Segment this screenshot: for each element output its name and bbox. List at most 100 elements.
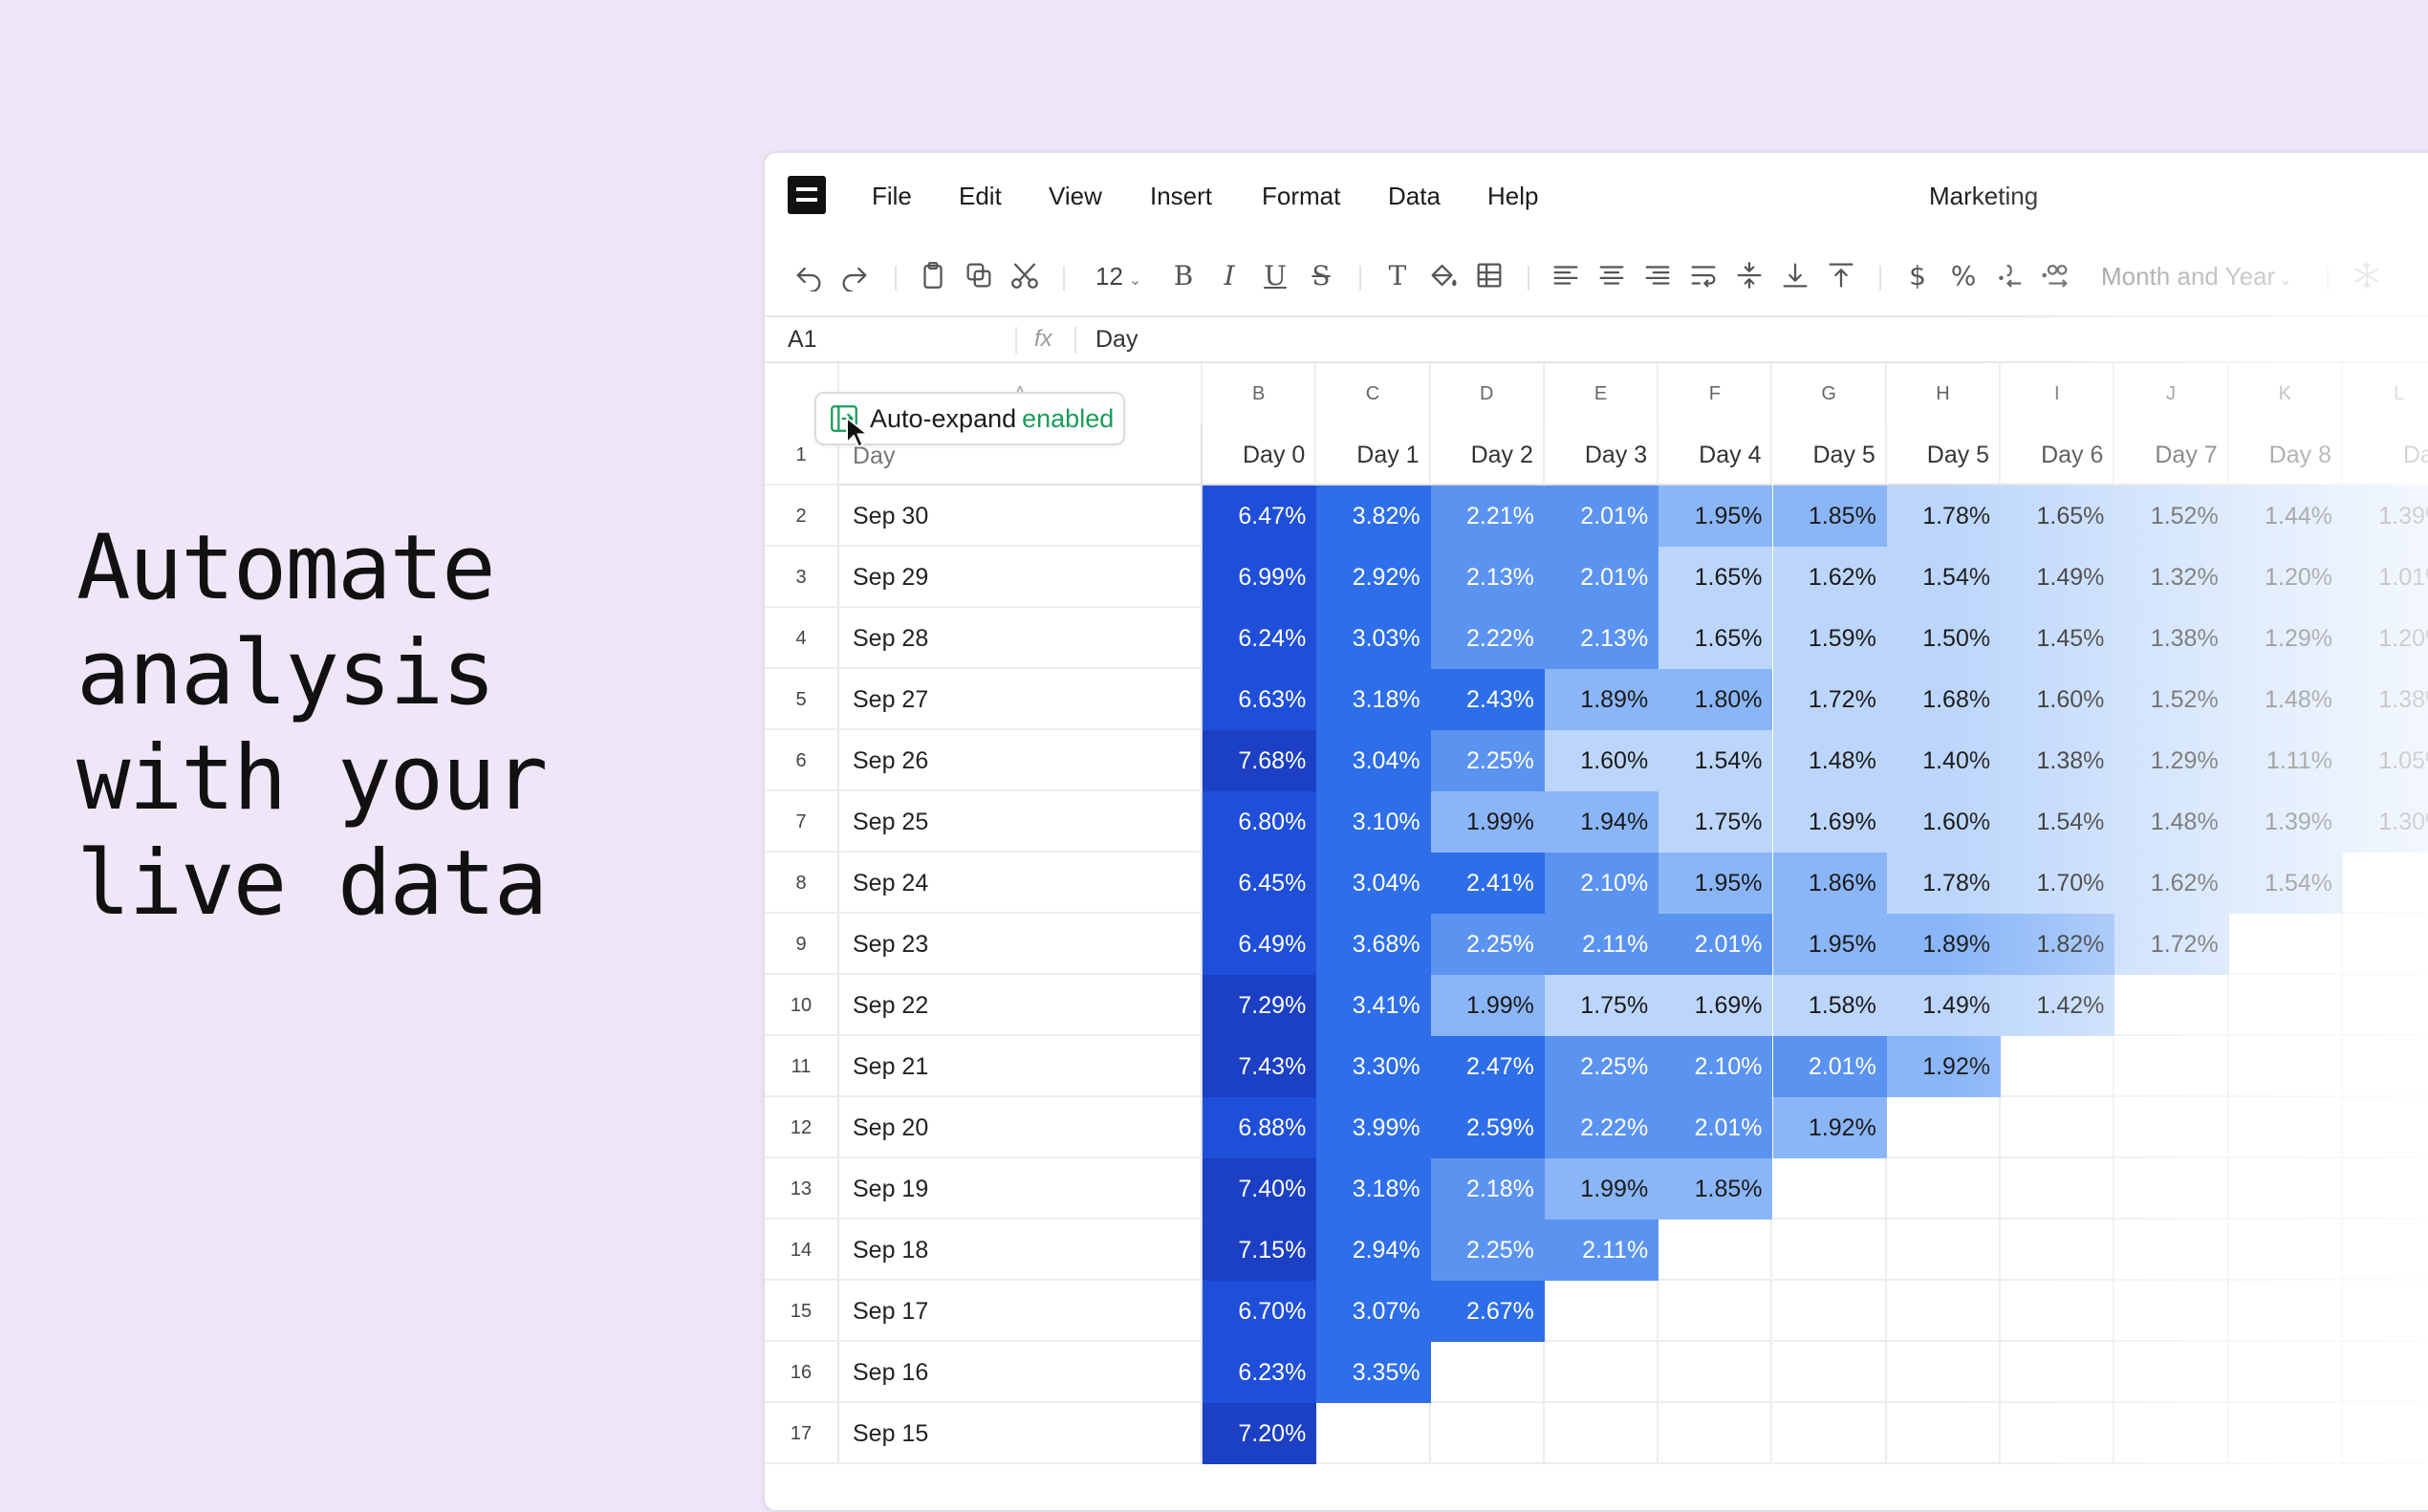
retention-cell[interactable]: 1.45% bbox=[2001, 608, 2115, 669]
retention-cell[interactable]: 6.88% bbox=[1203, 1097, 1317, 1158]
formula-input[interactable]: Day bbox=[1095, 317, 1138, 361]
day-cell[interactable]: Sep 25 bbox=[839, 791, 1203, 853]
retention-cell[interactable] bbox=[2114, 975, 2229, 1036]
retention-cell[interactable]: 2.59% bbox=[1430, 1097, 1545, 1158]
menu-edit[interactable]: Edit bbox=[959, 153, 1002, 239]
retention-cell[interactable] bbox=[2343, 1220, 2428, 1281]
retention-cell[interactable]: 1.86% bbox=[1772, 853, 1887, 914]
retention-cell[interactable]: 6.24% bbox=[1203, 608, 1317, 669]
menu-data[interactable]: Data bbox=[1388, 153, 1441, 239]
retention-cell[interactable]: 2.22% bbox=[1430, 608, 1545, 669]
retention-cell[interactable]: 1.65% bbox=[1658, 608, 1773, 669]
retention-cell[interactable]: 1.39% bbox=[2228, 791, 2343, 853]
row-number[interactable]: 10 bbox=[765, 975, 839, 1036]
retention-cell[interactable] bbox=[1772, 1220, 1887, 1281]
retention-cell[interactable]: 1.72% bbox=[2114, 914, 2229, 975]
retention-cell[interactable] bbox=[2228, 1220, 2343, 1281]
retention-cell[interactable] bbox=[2228, 1342, 2343, 1403]
header-cell[interactable]: Day 2 bbox=[1430, 424, 1545, 486]
retention-cell[interactable]: 3.30% bbox=[1316, 1036, 1431, 1097]
retention-cell[interactable]: 1.69% bbox=[1772, 791, 1887, 853]
retention-cell[interactable] bbox=[1886, 1158, 2002, 1220]
fill-color-icon[interactable] bbox=[1424, 256, 1463, 294]
retention-cell[interactable]: 1.70% bbox=[2001, 853, 2115, 914]
row-number[interactable]: 17 bbox=[765, 1403, 839, 1464]
retention-cell[interactable]: 3.04% bbox=[1316, 853, 1431, 914]
header-cell[interactable]: Day 0 bbox=[1203, 424, 1317, 486]
retention-cell[interactable]: 1.69% bbox=[1658, 975, 1773, 1036]
retention-cell[interactable]: 6.80% bbox=[1203, 791, 1317, 853]
retention-cell[interactable]: 2.43% bbox=[1430, 669, 1545, 730]
retention-cell[interactable]: 3.68% bbox=[1316, 914, 1431, 975]
column-header-j[interactable]: J bbox=[2114, 363, 2229, 424]
retention-cell[interactable]: 6.45% bbox=[1203, 853, 1317, 914]
retention-cell[interactable]: 1.94% bbox=[1544, 791, 1659, 853]
freeze-icon[interactable] bbox=[2348, 256, 2386, 294]
retention-cell[interactable]: 2.01% bbox=[1772, 1036, 1887, 1097]
retention-cell[interactable] bbox=[2343, 853, 2428, 914]
retention-cell[interactable]: 7.68% bbox=[1203, 730, 1317, 791]
header-cell[interactable]: Day 8 bbox=[2228, 424, 2343, 486]
vertical-bottom-icon[interactable] bbox=[1776, 256, 1814, 294]
retention-cell[interactable]: 2.22% bbox=[1544, 1097, 1659, 1158]
retention-cell[interactable]: 2.13% bbox=[1544, 608, 1659, 669]
currency-icon[interactable]: $ bbox=[1898, 256, 1937, 294]
retention-cell[interactable] bbox=[2228, 1403, 2343, 1464]
retention-cell[interactable]: 1.60% bbox=[1544, 730, 1659, 791]
retention-cell[interactable]: 1.92% bbox=[1886, 1036, 2002, 1097]
retention-cell[interactable]: 1.29% bbox=[2114, 730, 2229, 791]
day-cell[interactable]: Sep 17 bbox=[839, 1281, 1203, 1342]
retention-cell[interactable]: 3.03% bbox=[1316, 608, 1431, 669]
column-header-l[interactable]: L bbox=[2343, 363, 2428, 424]
day-cell[interactable]: Sep 24 bbox=[839, 853, 1203, 914]
retention-cell[interactable] bbox=[1658, 1281, 1773, 1342]
column-header-h[interactable]: H bbox=[1886, 363, 2002, 424]
retention-cell[interactable]: 2.01% bbox=[1544, 486, 1659, 547]
menu-view[interactable]: View bbox=[1049, 153, 1102, 239]
retention-cell[interactable]: 3.18% bbox=[1316, 669, 1431, 730]
retention-cell[interactable]: 2.25% bbox=[1430, 1220, 1545, 1281]
retention-cell[interactable]: 1.48% bbox=[2228, 669, 2343, 730]
retention-cell[interactable]: 1.49% bbox=[1886, 975, 2002, 1036]
header-cell[interactable]: Day bbox=[2343, 424, 2428, 486]
retention-cell[interactable]: 1.48% bbox=[1772, 730, 1887, 791]
retention-cell[interactable]: 2.10% bbox=[1544, 853, 1659, 914]
percent-icon[interactable]: % bbox=[1944, 256, 1983, 294]
retention-cell[interactable] bbox=[2343, 1403, 2428, 1464]
retention-cell[interactable]: 3.82% bbox=[1316, 486, 1431, 547]
retention-cell[interactable] bbox=[2228, 975, 2343, 1036]
cut-icon[interactable] bbox=[1006, 256, 1044, 294]
retention-cell[interactable]: 1.20% bbox=[2343, 608, 2428, 669]
retention-cell[interactable]: 2.25% bbox=[1430, 914, 1545, 975]
day-cell[interactable]: Sep 22 bbox=[839, 975, 1203, 1036]
column-header-b[interactable]: B bbox=[1203, 363, 1317, 424]
day-cell[interactable]: Sep 21 bbox=[839, 1036, 1203, 1097]
retention-cell[interactable]: 1.95% bbox=[1658, 853, 1773, 914]
column-header-i[interactable]: I bbox=[2001, 363, 2115, 424]
retention-cell[interactable]: 2.94% bbox=[1316, 1220, 1431, 1281]
redo-icon[interactable] bbox=[835, 256, 874, 294]
borders-icon[interactable] bbox=[1470, 256, 1508, 294]
retention-cell[interactable]: 7.43% bbox=[1203, 1036, 1317, 1097]
retention-cell[interactable]: 7.40% bbox=[1203, 1158, 1317, 1220]
day-cell[interactable]: Sep 16 bbox=[839, 1342, 1203, 1403]
retention-cell[interactable] bbox=[2001, 1403, 2115, 1464]
retention-cell[interactable]: 1.78% bbox=[1886, 486, 2002, 547]
underline-icon[interactable]: U bbox=[1256, 256, 1294, 294]
retention-cell[interactable] bbox=[2343, 1281, 2428, 1342]
align-center-icon[interactable] bbox=[1593, 256, 1631, 294]
retention-cell[interactable]: 1.30% bbox=[2343, 791, 2428, 853]
retention-cell[interactable]: 1.54% bbox=[1886, 547, 2002, 608]
column-header-g[interactable]: G bbox=[1772, 363, 1887, 424]
undo-icon[interactable] bbox=[790, 256, 828, 294]
retention-cell[interactable] bbox=[1772, 1342, 1887, 1403]
retention-cell[interactable] bbox=[1886, 1403, 2002, 1464]
retention-cell[interactable] bbox=[2343, 1342, 2428, 1403]
vertical-middle-icon[interactable] bbox=[1730, 256, 1768, 294]
retention-cell[interactable] bbox=[2343, 914, 2428, 975]
retention-cell[interactable]: 2.41% bbox=[1430, 853, 1545, 914]
row-number[interactable]: 11 bbox=[765, 1036, 839, 1097]
retention-cell[interactable] bbox=[1544, 1281, 1659, 1342]
retention-cell[interactable]: 1.54% bbox=[2001, 791, 2115, 853]
decrease-decimal-icon[interactable] bbox=[1990, 256, 2028, 294]
